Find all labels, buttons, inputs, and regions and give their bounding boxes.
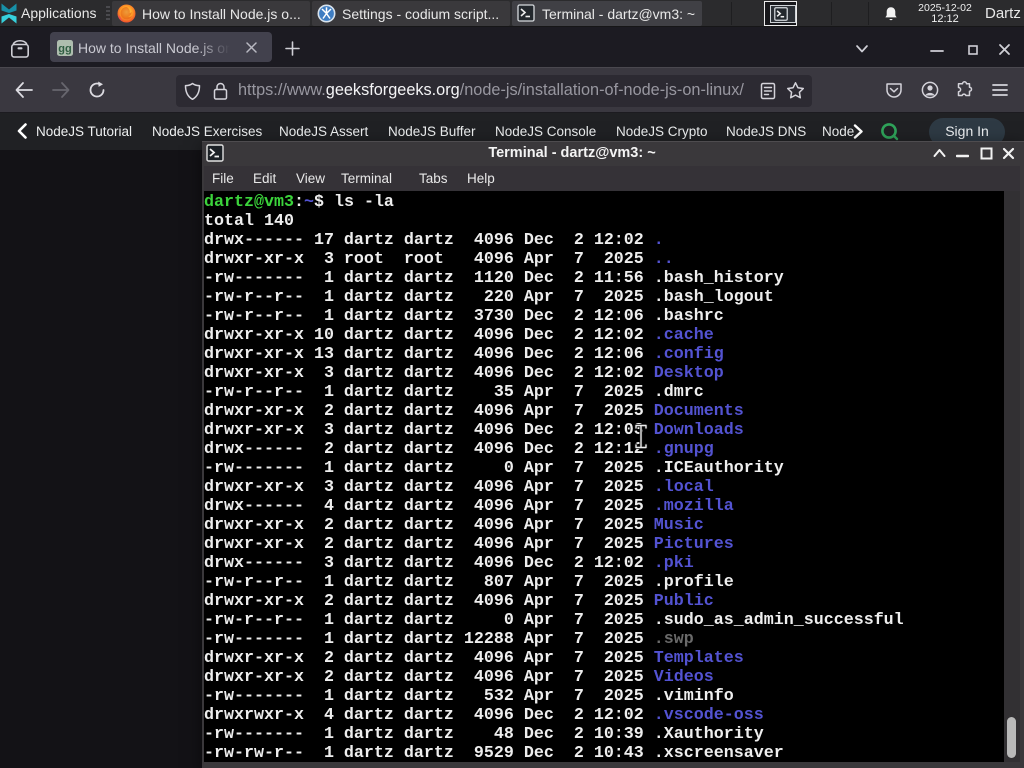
svg-text:gg: gg bbox=[58, 43, 71, 55]
